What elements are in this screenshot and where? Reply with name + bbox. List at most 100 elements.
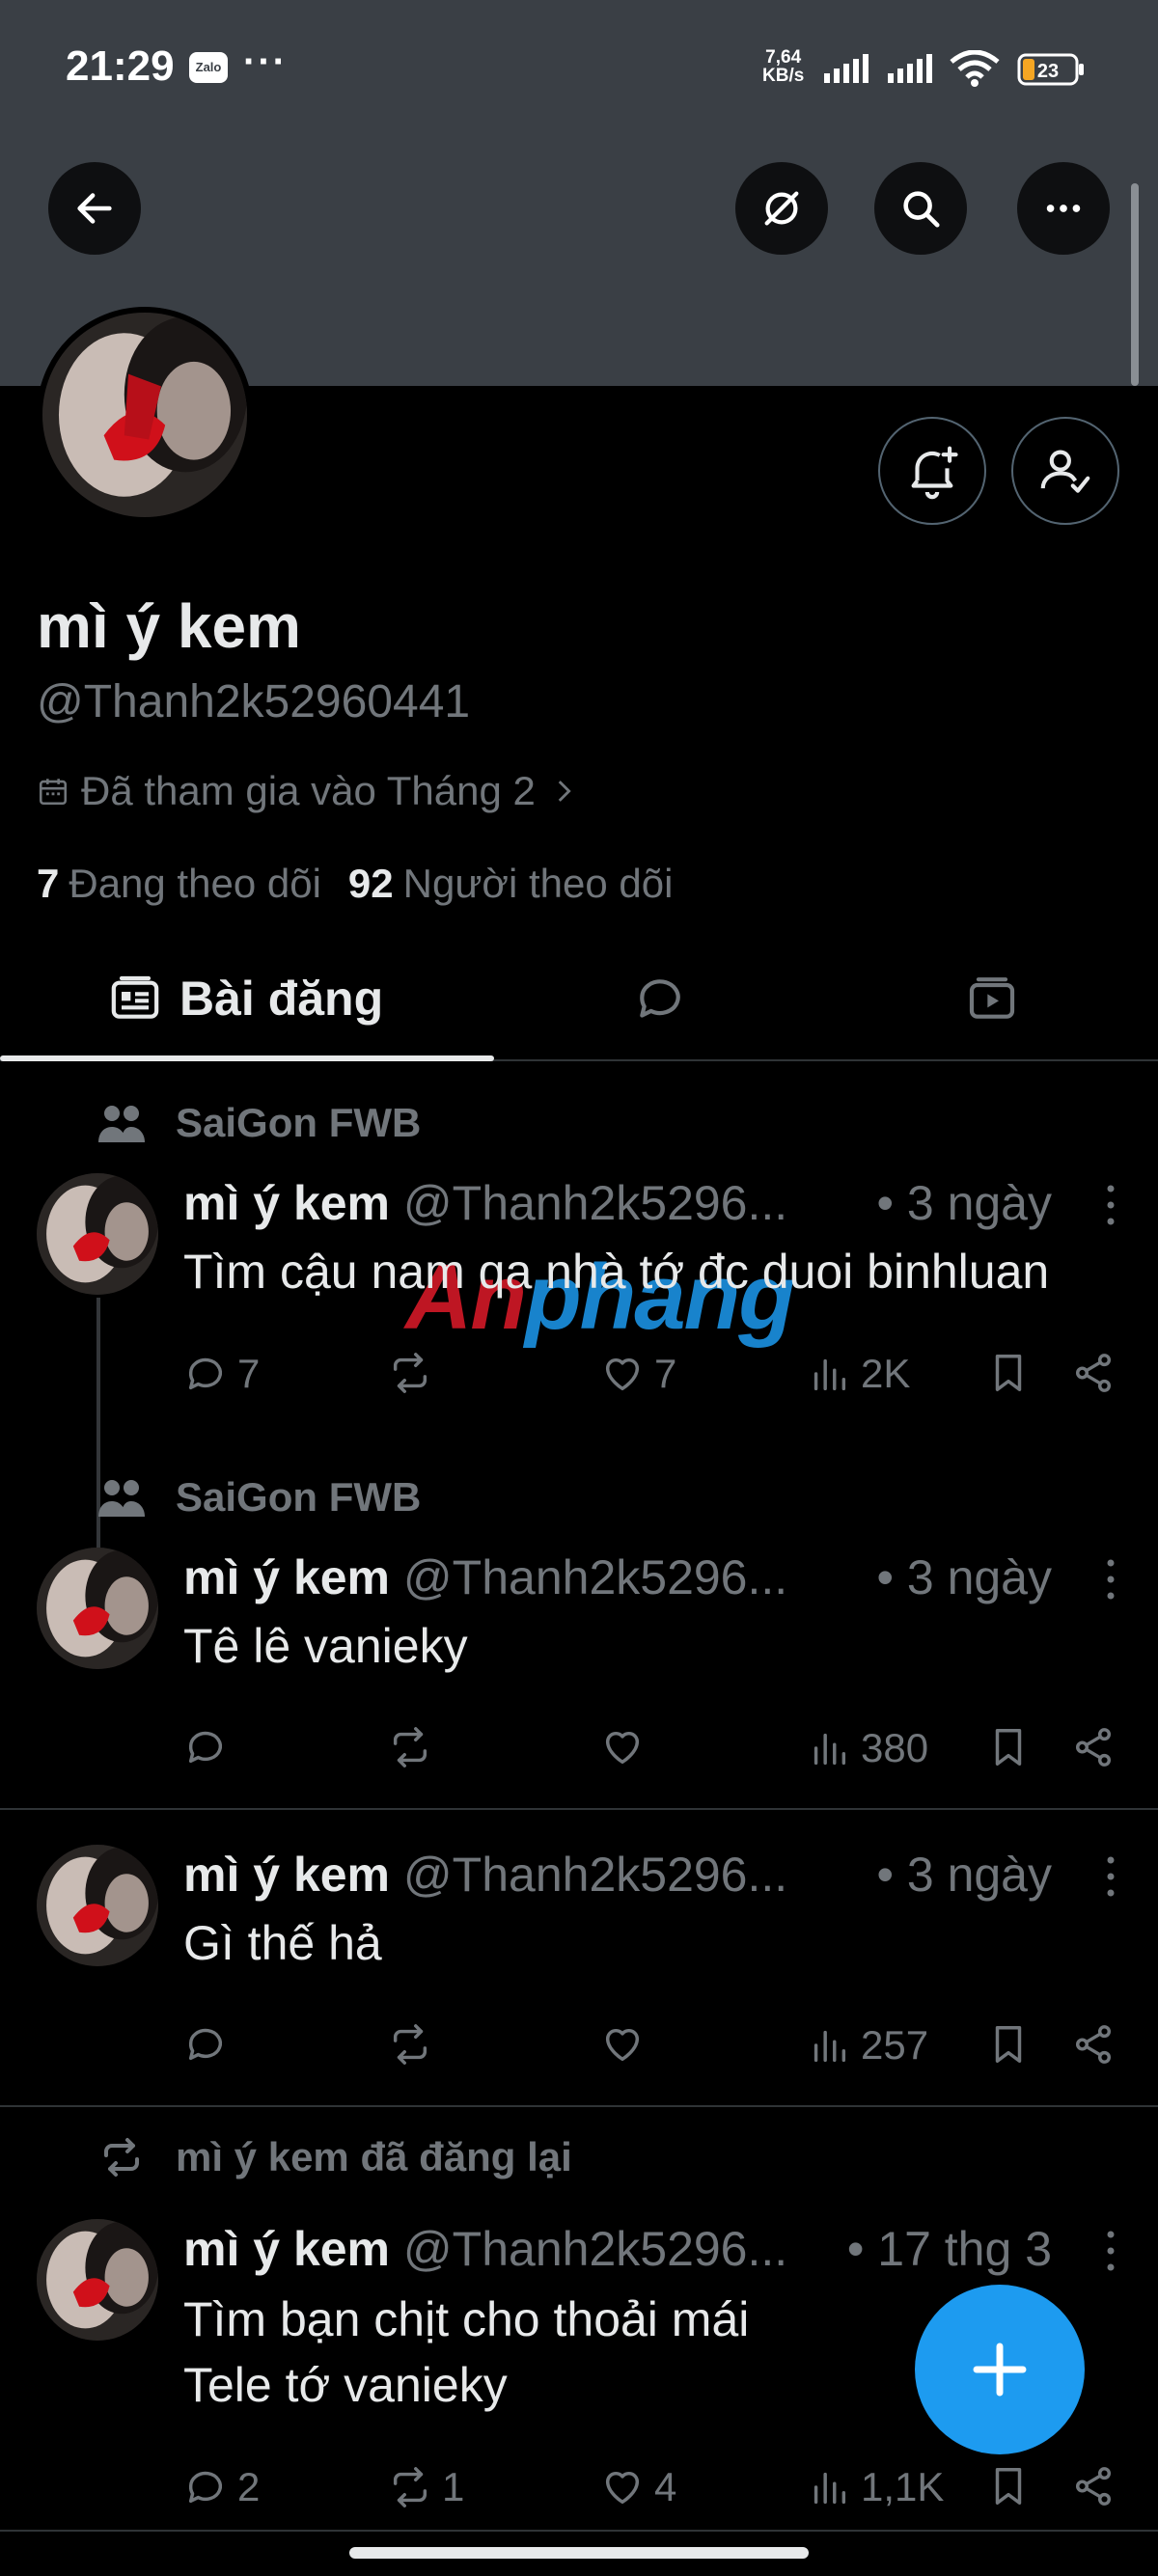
- bookmark-button[interactable]: [986, 1725, 1031, 1769]
- tab-replies[interactable]: [633, 936, 687, 1061]
- heart-icon: [605, 1731, 640, 1765]
- post-time: • 3 ngày: [876, 1848, 1052, 1902]
- profile-avatar[interactable]: [37, 307, 253, 523]
- bookmark-button[interactable]: [986, 2022, 1031, 2067]
- compose-button[interactable]: [915, 2285, 1085, 2454]
- zalo-notification-icon: Zalo: [189, 52, 228, 83]
- followers-link[interactable]: 92 Người theo dõi: [348, 861, 674, 907]
- reply-icon: [188, 2471, 223, 2504]
- like-button[interactable]: 4: [600, 2464, 676, 2510]
- back-button[interactable]: [48, 162, 141, 255]
- follow-stats: 7 Đang theo dõi 92 Người theo dõi: [37, 861, 673, 907]
- post-item[interactable]: SaiGon FWB mì ý kem @Thanh2k5296... • 3 …: [0, 1457, 1158, 1808]
- status-bar: 21:29 Zalo ··· 7,64 KB/s 23: [0, 0, 1158, 135]
- heart-icon: [605, 2028, 640, 2062]
- repost-icon: [393, 2467, 427, 2507]
- search-icon: [903, 191, 940, 228]
- community-icon: [98, 1106, 145, 1142]
- post-avatar[interactable]: [37, 1173, 158, 1295]
- post-actions: 7 7 2K: [183, 1351, 1129, 1409]
- tab-media[interactable]: [965, 936, 1019, 1061]
- post-text: Tìm cậu nam qa nhà tớ đc duoi binhluan: [183, 1245, 1050, 1299]
- views-icon: [813, 2472, 846, 2505]
- reply-icon: [188, 2028, 223, 2061]
- bookmark-button[interactable]: [986, 1351, 1031, 1395]
- battery-icon: 23: [1017, 53, 1084, 86]
- gesture-navigation-bar[interactable]: [349, 2547, 809, 2559]
- post-avatar[interactable]: [37, 1845, 158, 1966]
- more-vertical-icon[interactable]: [1104, 1181, 1117, 1229]
- repost-icon: [393, 2024, 427, 2065]
- post-time: • 3 ngày: [876, 1176, 1052, 1230]
- post-item[interactable]: SaiGon FWB mì ý kem @Thanh2k5296... • 3 …: [0, 1061, 1158, 1566]
- post-avatar[interactable]: [37, 2219, 158, 2341]
- chevron-right-icon: [558, 781, 571, 802]
- repost-button[interactable]: [388, 2022, 442, 2067]
- post-time: • 17 thg 3: [846, 2222, 1052, 2276]
- wifi-icon: [950, 50, 1000, 87]
- repost-button[interactable]: [388, 1725, 442, 1769]
- plus-icon: [973, 2343, 1027, 2397]
- community-context[interactable]: SaiGon FWB: [96, 1100, 421, 1146]
- arrow-left-icon: [77, 193, 112, 224]
- user-check-icon: [1040, 450, 1090, 493]
- post-actions: 257: [183, 2022, 1129, 2080]
- following-button[interactable]: [1011, 417, 1119, 525]
- views-button[interactable]: 1,1K: [807, 2464, 944, 2510]
- heart-icon: [605, 1357, 640, 1391]
- search-button[interactable]: [874, 162, 967, 255]
- repost-icon: [393, 1727, 427, 1768]
- profile-display-name: mì ý kem: [37, 591, 301, 661]
- community-context[interactable]: SaiGon FWB: [96, 1474, 421, 1521]
- reply-button[interactable]: 7: [183, 1351, 260, 1397]
- share-button[interactable]: [1071, 1725, 1116, 1769]
- repost-button[interactable]: [388, 1351, 442, 1395]
- avatar-image: [37, 1173, 158, 1295]
- signal-icon-2: [888, 54, 932, 83]
- post-time: • 3 ngày: [876, 1550, 1052, 1604]
- repost-context[interactable]: mì ý kem đã đăng lại: [96, 2134, 572, 2180]
- reply-icon: [188, 1357, 223, 1390]
- reply-button[interactable]: [183, 2022, 237, 2067]
- more-options-button[interactable]: [1017, 162, 1110, 255]
- post-avatar[interactable]: [37, 1548, 158, 1669]
- more-vertical-icon[interactable]: [1104, 1555, 1117, 1603]
- repost-button[interactable]: 1: [388, 2464, 464, 2510]
- bookmark-button[interactable]: [986, 2464, 1031, 2508]
- post-actions: 380: [183, 1725, 1129, 1783]
- reply-button[interactable]: 2: [183, 2464, 260, 2510]
- views-button[interactable]: 2K: [807, 1351, 910, 1397]
- views-button[interactable]: 380: [807, 1725, 928, 1771]
- more-horizontal-icon: [1046, 205, 1081, 212]
- notification-bell-button[interactable]: [878, 417, 986, 525]
- grok-button[interactable]: [735, 162, 828, 255]
- community-icon: [98, 1480, 145, 1517]
- more-notifications-icon: ···: [243, 41, 288, 83]
- more-vertical-icon[interactable]: [1104, 2227, 1117, 2275]
- like-button[interactable]: [600, 2022, 654, 2067]
- tab-posts[interactable]: Bài đăng: [108, 936, 383, 1061]
- post-text: Gì thế hả: [183, 1916, 382, 1970]
- reply-icon: [188, 1731, 223, 1764]
- repost-icon: [104, 2138, 139, 2177]
- joined-date[interactable]: Đã tham gia vào Tháng 2: [37, 768, 580, 814]
- post-text: Tê lê vanieky: [183, 1619, 468, 1673]
- reply-tab-icon: [640, 979, 680, 1018]
- like-button[interactable]: 7: [600, 1351, 676, 1397]
- share-button[interactable]: [1071, 1351, 1116, 1395]
- reply-button[interactable]: [183, 1725, 237, 1769]
- slash-circle-icon: [764, 191, 799, 226]
- following-link[interactable]: 7 Đang theo dõi: [37, 861, 321, 907]
- scrollbar[interactable]: [1131, 183, 1139, 386]
- post-item[interactable]: mì ý kem @Thanh2k5296... • 3 ngày Gì thế…: [0, 1810, 1158, 2105]
- bookmark-icon: [995, 1729, 1022, 1766]
- calendar-icon: [39, 779, 68, 806]
- bookmark-icon: [995, 1355, 1022, 1391]
- post-divider: [0, 2530, 1158, 2532]
- network-speed: 7,64 KB/s: [762, 47, 805, 86]
- more-vertical-icon[interactable]: [1104, 1852, 1117, 1901]
- like-button[interactable]: [600, 1725, 654, 1769]
- views-button[interactable]: 257: [807, 2022, 928, 2069]
- share-button[interactable]: [1071, 2022, 1116, 2067]
- share-button[interactable]: [1071, 2464, 1116, 2508]
